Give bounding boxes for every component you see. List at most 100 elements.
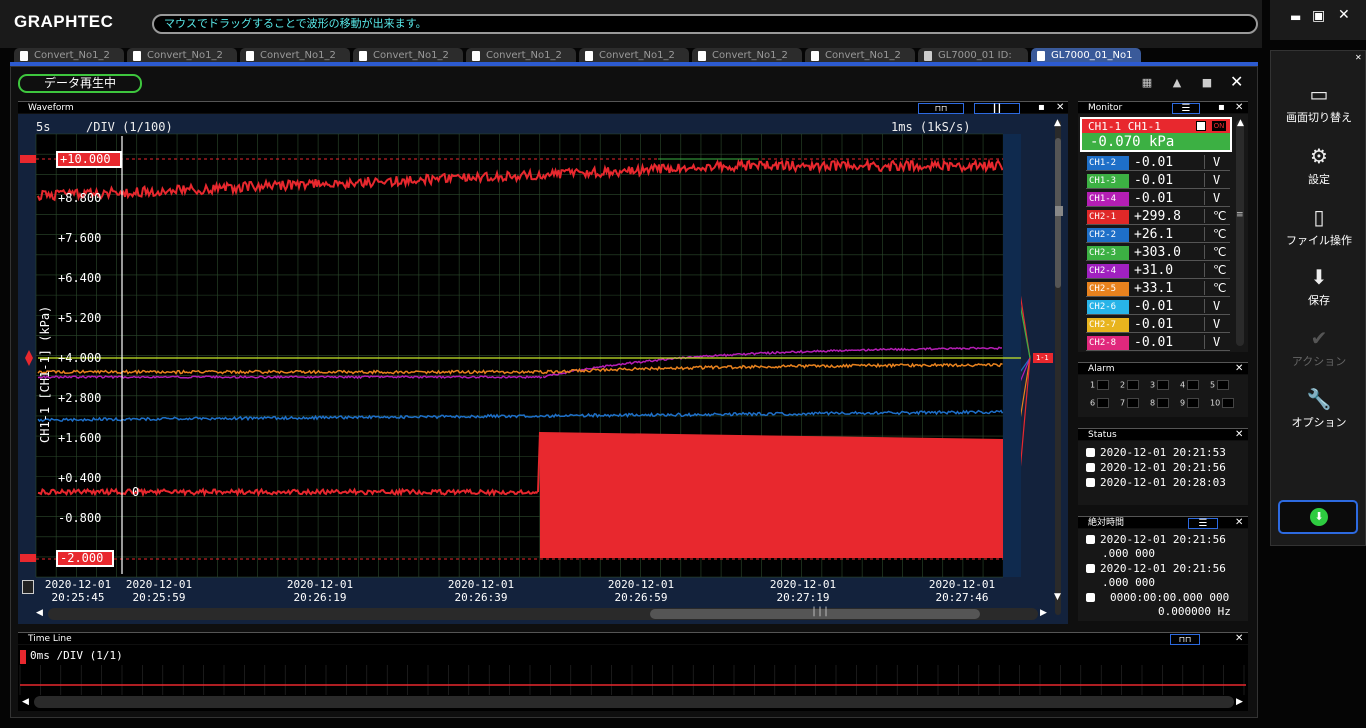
close-timeline-icon[interactable]: ✕ <box>1235 633 1243 645</box>
delta-frequency: 0.000000 Hz <box>1158 605 1231 618</box>
alarm-6: 6 <box>1090 398 1109 408</box>
monitor-row-ch2-5[interactable]: CH2-5 +33.1 ℃ <box>1086 280 1230 297</box>
side-item-option[interactable]: 🔧 オプション <box>1271 388 1366 430</box>
side-item-file[interactable]: ▯ ファイル操作 <box>1271 206 1366 248</box>
alarm-indicator <box>1127 398 1139 408</box>
monitor-row-ch1-2[interactable]: CH1-2 -0.01 V <box>1086 154 1230 171</box>
side-item-settings[interactable]: ⚙ 設定 <box>1271 145 1366 187</box>
alarm-indicator <box>1187 398 1199 408</box>
close-panel-icon[interactable]: ✕ <box>1230 72 1243 91</box>
trigger-marker-icon[interactable] <box>25 350 33 366</box>
monitor-row-ch2-2[interactable]: CH2-2 +26.1 ℃ <box>1086 226 1230 243</box>
timeline-plot[interactable] <box>18 645 1248 711</box>
timeline-scroll-right-icon[interactable]: ▶ <box>1236 697 1243 707</box>
zero-marker: 0 <box>132 485 139 499</box>
close-status-icon[interactable]: ✕ <box>1235 429 1243 441</box>
monitor-row-ch2-7[interactable]: CH2-7 -0.01 V <box>1086 316 1230 333</box>
status-title: Status <box>1088 430 1117 440</box>
monitor-row-ch2-3[interactable]: CH2-3 +303.0 ℃ <box>1086 244 1230 261</box>
monitor-scroll-grip[interactable]: ≡ <box>1236 210 1244 220</box>
on-badge[interactable]: ON <box>1212 121 1226 131</box>
lower-limit-marker[interactable] <box>20 554 36 562</box>
main-channel-value: -0.070 kPa <box>1090 134 1174 150</box>
alarm-indicator <box>1097 398 1109 408</box>
gear-icon: ⚙ <box>1271 145 1366 167</box>
alarm-1: 1 <box>1090 380 1109 390</box>
y-min-box[interactable]: -2.000 <box>56 550 114 567</box>
monitor-row-ch2-4[interactable]: CH2-4 +31.0 ℃ <box>1086 262 1230 279</box>
close-waveform-icon[interactable]: ✕ <box>1056 102 1064 114</box>
x-tick-label: 2020-12-01 20:26:59 <box>605 578 677 604</box>
timeline-header: Time Line ⊓⊓ ✕ <box>18 632 1248 644</box>
y-tick-label: +4.000 <box>58 351 101 365</box>
channel-unit: ℃ <box>1204 227 1230 241</box>
file-icon: ▯ <box>1271 206 1366 228</box>
monitor-row-ch2-8[interactable]: CH2-8 -0.01 V <box>1086 334 1230 351</box>
minimize-panel-icon[interactable]: ▪ <box>1038 102 1045 114</box>
layout-grid-icon[interactable]: ▦ <box>1140 76 1154 88</box>
waveform-mode-icon[interactable]: ⊓⊓ <box>918 103 964 114</box>
export-icon[interactable] <box>22 580 34 594</box>
scroll-up-icon[interactable]: ▲ <box>1054 118 1061 128</box>
restore-icon[interactable]: ▣ <box>1312 8 1325 24</box>
channel-value: -0.01 <box>1134 317 1173 332</box>
monitor-row-ch1-3[interactable]: CH1-3 -0.01 V <box>1086 172 1230 189</box>
side-item-screen-switch[interactable]: ▭ 画面切り替え <box>1271 83 1366 125</box>
alarm-title: Alarm <box>1088 364 1114 374</box>
close-icon[interactable]: ✕ <box>1338 7 1350 23</box>
layout-trapezoid-icon[interactable]: ▲ <box>1170 76 1184 88</box>
close-side-icon[interactable]: ✕ <box>1355 53 1362 62</box>
monitor-row-ch2-6[interactable]: CH2-6 -0.01 V <box>1086 298 1230 315</box>
channel-unit: V <box>1204 155 1230 169</box>
timeline-marker[interactable] <box>20 650 26 664</box>
monitor-scroll-up-icon[interactable]: ▲ <box>1237 118 1244 128</box>
layout-single-icon[interactable]: ■ <box>1200 76 1214 88</box>
scroll-right-icon[interactable]: ▶ <box>1040 608 1047 618</box>
close-alarm-icon[interactable]: ✕ <box>1235 363 1243 375</box>
cursor-icon[interactable]: ┃┃ <box>974 103 1020 114</box>
monitor-row-ch2-1[interactable]: CH2-1 +299.8 ℃ <box>1086 208 1230 225</box>
timeline-mode-icon[interactable]: ⊓⊓ <box>1170 634 1200 645</box>
delta-icon <box>1086 593 1095 602</box>
main-channel-display[interactable]: CH1-1 CH1-1 ON -0.070 kPa <box>1080 117 1232 152</box>
graphtec-logo: GRAPHTEC <box>14 12 113 32</box>
playback-status-button[interactable]: データ再生中 <box>18 74 142 93</box>
monitor-title: Monitor <box>1088 103 1122 113</box>
vertical-scroll-grip-icon[interactable] <box>1055 206 1063 216</box>
waveform-plot[interactable] <box>18 114 1068 624</box>
timeline-panel[interactable]: 0ms /DIV (1/1) ◀ ▶ <box>18 645 1248 711</box>
channel-label: CH2-6 <box>1087 300 1129 314</box>
side-item-save[interactable]: ⬇ 保存 <box>1271 266 1366 308</box>
y-tick-label: +7.600 <box>58 231 101 245</box>
alarm-indicator <box>1157 398 1169 408</box>
monitor-scrollbar[interactable] <box>1236 120 1244 346</box>
horizontal-scroll-grip[interactable]: ||| <box>811 606 829 617</box>
y-max-box[interactable]: +10.000 <box>56 151 122 168</box>
y-tick-label: -0.800 <box>58 511 101 525</box>
close-monitor-icon[interactable]: ✕ <box>1235 102 1243 114</box>
download-icon: ⬇ <box>1310 508 1328 526</box>
upper-limit-marker[interactable] <box>20 155 36 163</box>
channel-label: CH2-3 <box>1087 246 1129 260</box>
waveform-info-bar: 5s /DIV (1/100) 1ms (1kS/s) <box>36 120 1046 134</box>
monitor-menu-icon[interactable]: ☰ <box>1172 103 1200 114</box>
y-tick-label: +2.800 <box>58 391 101 405</box>
alarm-3: 3 <box>1150 380 1169 390</box>
main-channel-checkbox[interactable] <box>1196 121 1206 131</box>
alarm-panel: 1 2 3 4 5 6 7 8 9 10 <box>1078 375 1248 417</box>
timeline-scroll-left-icon[interactable]: ◀ <box>22 697 29 707</box>
monitor-row-ch1-4[interactable]: CH1-4 -0.01 V <box>1086 190 1230 207</box>
side-item-action: ✔ アクション <box>1271 327 1366 369</box>
abs-time-menu-icon[interactable]: ☰ <box>1188 518 1218 529</box>
y-tick-label: +0.400 <box>58 471 101 485</box>
scroll-left-icon[interactable]: ◀ <box>36 608 43 618</box>
channel-unit: ℃ <box>1204 281 1230 295</box>
minimize-icon[interactable]: ▬ <box>1290 10 1301 24</box>
file-icon <box>20 51 28 61</box>
timeline-scrollbar[interactable] <box>34 696 1234 708</box>
close-abs-time-icon[interactable]: ✕ <box>1235 517 1243 529</box>
download-button[interactable]: ⬇ <box>1278 500 1358 534</box>
minimize-monitor-icon[interactable]: ▪ <box>1218 102 1225 114</box>
scroll-down-icon[interactable]: ▼ <box>1054 592 1061 602</box>
channel-label: CH2-7 <box>1087 318 1129 332</box>
